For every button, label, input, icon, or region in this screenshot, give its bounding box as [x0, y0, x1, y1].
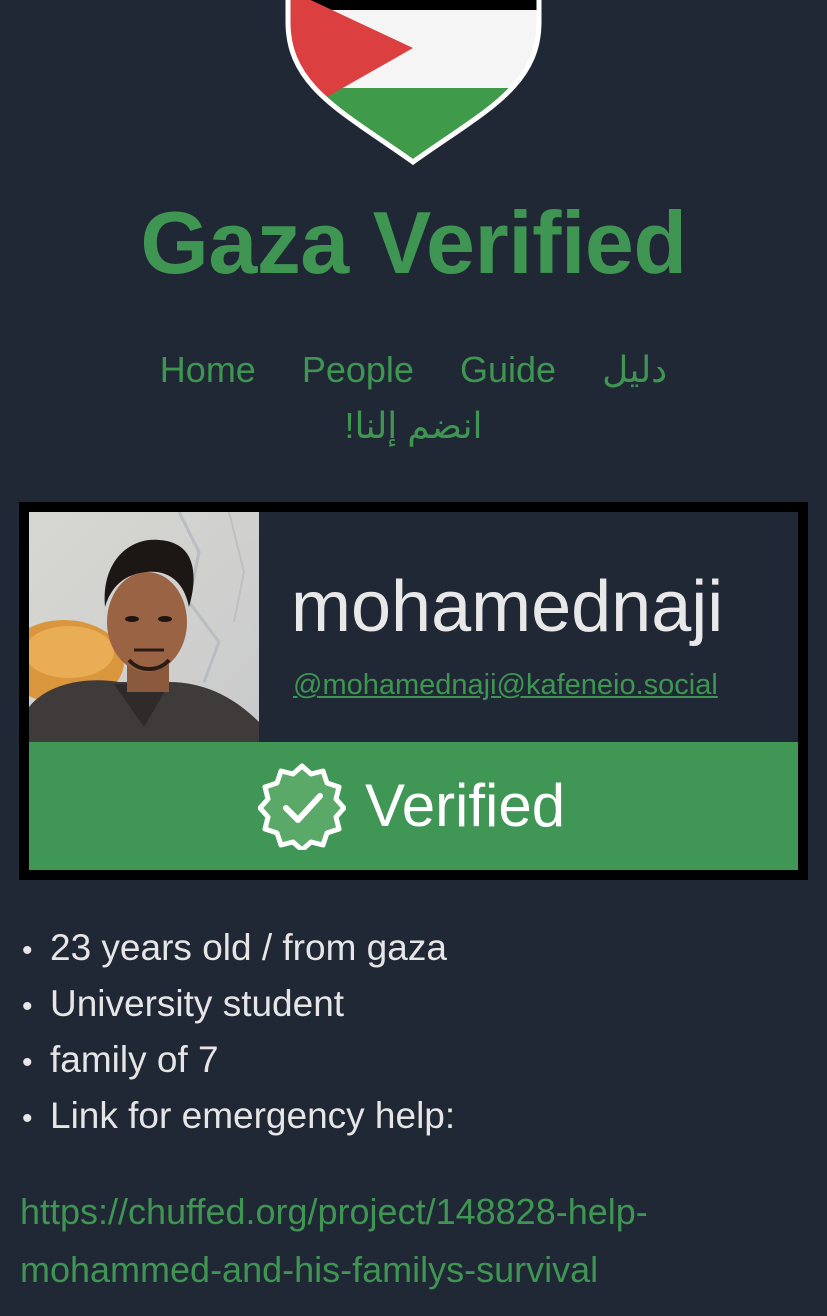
- bullet: •: [22, 990, 33, 1023]
- profile-handle-link[interactable]: @mohamednaji@kafeneio.social: [293, 667, 718, 703]
- site-title: Gaza Verified: [140, 193, 687, 292]
- list-item: • 23 years old / from gaza: [18, 920, 455, 976]
- profile-card[interactable]: mohamednaji @mohamednaji@kafeneio.social…: [19, 502, 808, 880]
- emergency-help-link-line-1: https://chuffed.org/project/148828-help-: [20, 1191, 648, 1232]
- nav-home-link[interactable]: Home: [160, 349, 256, 390]
- emergency-help-link[interactable]: https://chuffed.org/project/148828-help-…: [20, 1183, 810, 1299]
- nav-arabic-guide-link[interactable]: دليل: [602, 349, 667, 390]
- verified-label: Verified: [365, 772, 566, 839]
- list-item: • University student: [18, 976, 455, 1032]
- fact-family-size: family of 7: [50, 1039, 219, 1080]
- bullet: •: [22, 1046, 33, 1079]
- nav-people-link[interactable]: People: [302, 349, 414, 390]
- profile-avatar: [29, 512, 259, 742]
- bullet: •: [22, 934, 33, 967]
- profile-card-body: mohamednaji @mohamednaji@kafeneio.social…: [29, 512, 798, 870]
- verified-badge-icon: [258, 763, 346, 850]
- fact-age-origin: 23 years old / from gaza: [50, 927, 447, 968]
- fact-emergency-link-label: Link for emergency help:: [50, 1095, 456, 1136]
- verified-status-bar: Verified: [29, 742, 798, 870]
- profile-username: mohamednaji: [291, 567, 724, 647]
- palestine-flag-heart-logo: [285, 0, 542, 166]
- emergency-help-link-line-2: mohammed-and-his-familys-survival: [20, 1249, 599, 1290]
- nav-join-us-link[interactable]: انضم إلنا!: [344, 405, 482, 446]
- fact-occupation: University student: [50, 983, 345, 1024]
- profile-facts-list: • 23 years old / from gaza • University st…: [18, 920, 455, 1144]
- bullet: •: [22, 1102, 33, 1135]
- main-nav-row-2: انضم إلنا!: [0, 404, 827, 448]
- list-item: • family of 7: [18, 1032, 455, 1088]
- list-item: • Link for emergency help:: [18, 1088, 455, 1144]
- nav-guide-link[interactable]: Guide: [460, 349, 556, 390]
- main-nav: Home People Guide دليل: [0, 348, 827, 392]
